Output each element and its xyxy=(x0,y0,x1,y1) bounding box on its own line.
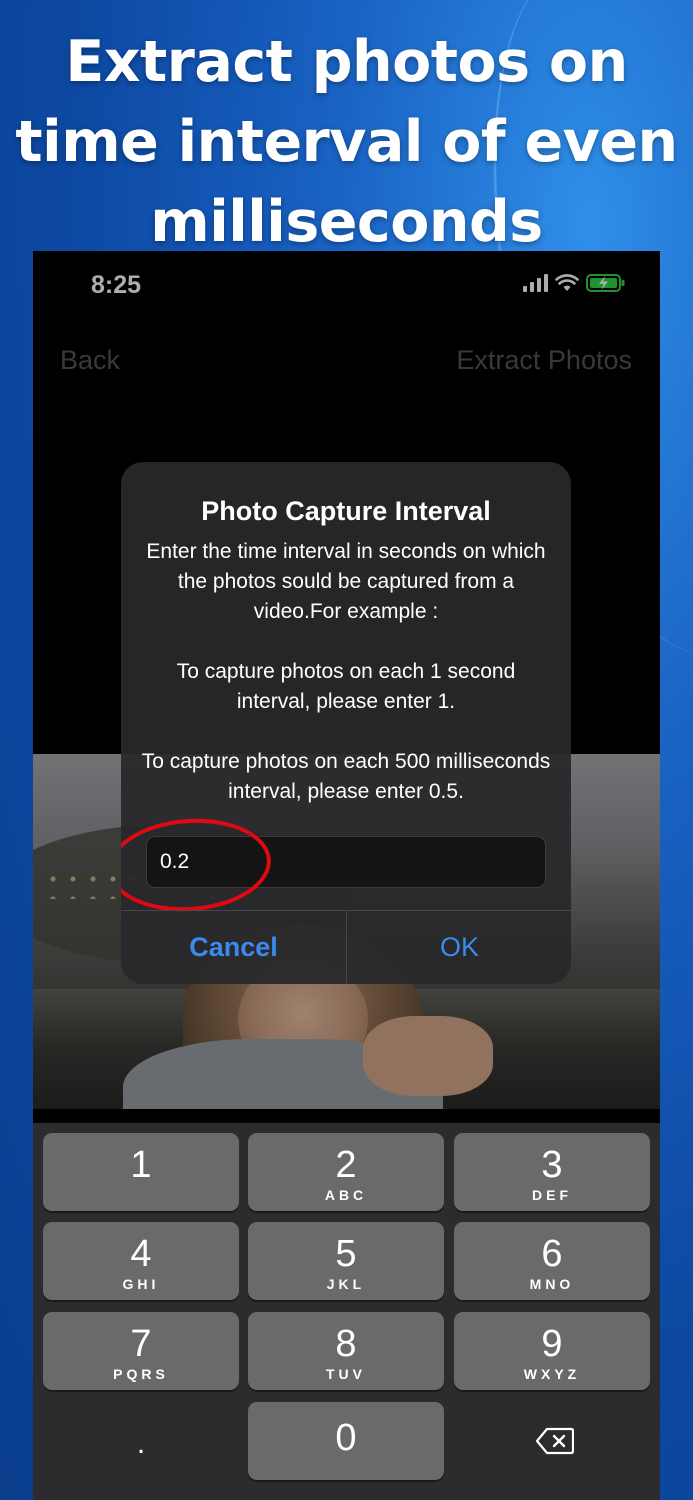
phone-screen: 8:25 Back Extract Photos Photo Capture I… xyxy=(33,251,660,1500)
key-digit: 3 xyxy=(541,1144,563,1186)
key-decimal[interactable]: . xyxy=(43,1402,239,1480)
dialog-title: Photo Capture Interval xyxy=(201,496,491,526)
key-digit: 2 xyxy=(335,1144,357,1186)
dialog-message: Enter the time interval in seconds on wh… xyxy=(141,537,551,807)
dialog-message-intro: Enter the time interval in seconds on wh… xyxy=(146,540,546,623)
key-letters: DEF xyxy=(532,1187,572,1203)
key-3[interactable]: 3 DEF xyxy=(454,1133,650,1211)
key-7[interactable]: 7 PQRS xyxy=(43,1312,239,1390)
key-letters: PQRS xyxy=(113,1366,169,1382)
key-letters: GHI xyxy=(122,1276,160,1292)
key-9[interactable]: 9 WXYZ xyxy=(454,1312,650,1390)
key-2[interactable]: 2 ABC xyxy=(248,1133,444,1211)
key-digit: 0 xyxy=(335,1417,357,1459)
key-letters: TUV xyxy=(326,1366,366,1382)
key-digit: 4 xyxy=(130,1233,152,1275)
key-digit: 8 xyxy=(335,1323,357,1365)
key-digit: 9 xyxy=(541,1323,563,1365)
cancel-button[interactable]: Cancel xyxy=(121,911,346,984)
promo-headline: Extract photos on time interval of even … xyxy=(15,29,678,255)
key-digit: . xyxy=(136,1427,146,1460)
key-1[interactable]: 1 xyxy=(43,1133,239,1211)
dialog-message-example-2: To capture photos on each 500 millisecon… xyxy=(141,750,551,803)
key-6[interactable]: 6 MNO xyxy=(454,1222,650,1300)
key-4[interactable]: 4 GHI xyxy=(43,1222,239,1300)
ok-button[interactable]: OK xyxy=(347,911,571,984)
key-letters: ABC xyxy=(324,1187,368,1203)
backspace-key[interactable] xyxy=(454,1402,650,1480)
dialog-message-example-1: To capture photos on each 1 second inter… xyxy=(176,660,516,713)
interval-input[interactable] xyxy=(146,836,546,888)
key-letters: JKL xyxy=(326,1276,366,1292)
backspace-icon xyxy=(536,1427,574,1455)
key-8[interactable]: 8 TUV xyxy=(248,1312,444,1390)
key-digit: 1 xyxy=(130,1144,152,1186)
key-letters: MNO xyxy=(529,1276,575,1292)
photo-capture-interval-dialog: Photo Capture Interval Enter the time in… xyxy=(121,462,571,984)
key-digit: 5 xyxy=(335,1233,357,1275)
key-0[interactable]: 0 xyxy=(248,1402,444,1480)
key-5[interactable]: 5 JKL xyxy=(248,1222,444,1300)
key-digit: 7 xyxy=(130,1323,152,1365)
key-digit: 6 xyxy=(541,1233,563,1275)
key-letters: WXYZ xyxy=(523,1366,581,1382)
numeric-keypad: 1 2 ABC 3 DEF 4 GHI 5 JKL 6 MNO 7 PQRS 8… xyxy=(33,1123,660,1500)
